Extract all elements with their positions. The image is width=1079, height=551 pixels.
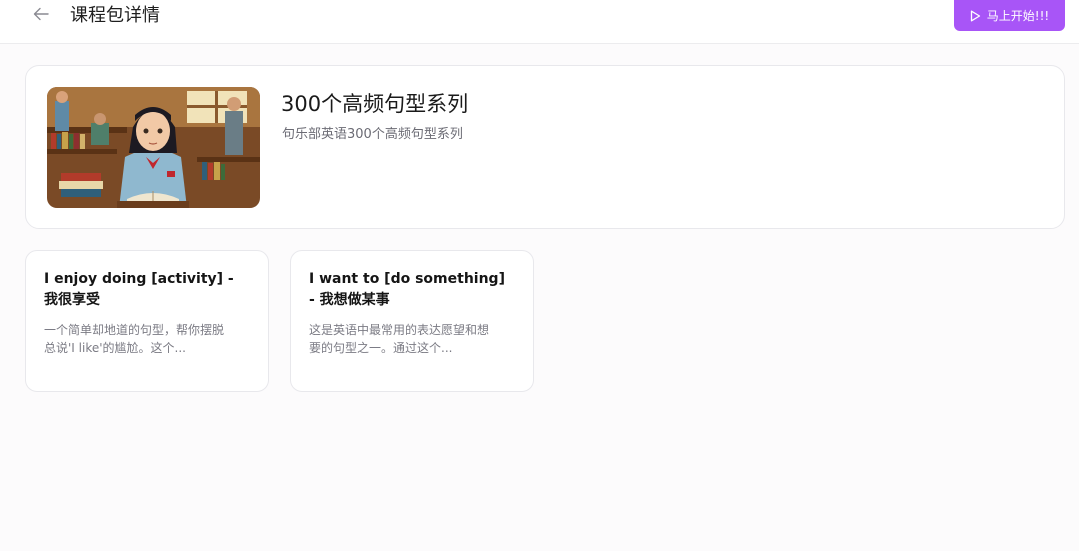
back-button[interactable] <box>30 4 52 26</box>
lesson-card[interactable]: I want to [do something] - 我想做某事 这是英语中最常… <box>290 250 534 392</box>
lesson-card[interactable]: I enjoy doing [activity] - 我很享受 一个简单却地道的… <box>25 250 269 392</box>
course-title: 300个高频句型系列 <box>281 92 469 116</box>
play-icon <box>970 10 981 22</box>
lesson-description: 这是英语中最常用的表达愿望和想要的句型之一。通过这个... <box>309 323 490 355</box>
start-button[interactable]: 马上开始!!! <box>954 0 1065 31</box>
top-bar: 课程包详情 马上开始!!! <box>0 0 1079 44</box>
start-button-label: 马上开始!!! <box>986 9 1050 23</box>
lesson-title: I want to [do something] - 我想做某事 <box>309 271 505 308</box>
arrow-left-icon <box>33 6 49 25</box>
lesson-description: 一个简单却地道的句型，帮你摆脱总说'I like'的尴尬。这个... <box>44 323 225 355</box>
course-cover-image <box>47 87 260 208</box>
page-title: 课程包详情 <box>70 5 160 26</box>
course-subtitle: 句乐部英语300个高频句型系列 <box>282 127 463 142</box>
lesson-title: I enjoy doing [activity] - 我很享受 <box>44 271 234 308</box>
course-info-card: 300个高频句型系列 句乐部英语300个高频句型系列 <box>25 65 1065 229</box>
